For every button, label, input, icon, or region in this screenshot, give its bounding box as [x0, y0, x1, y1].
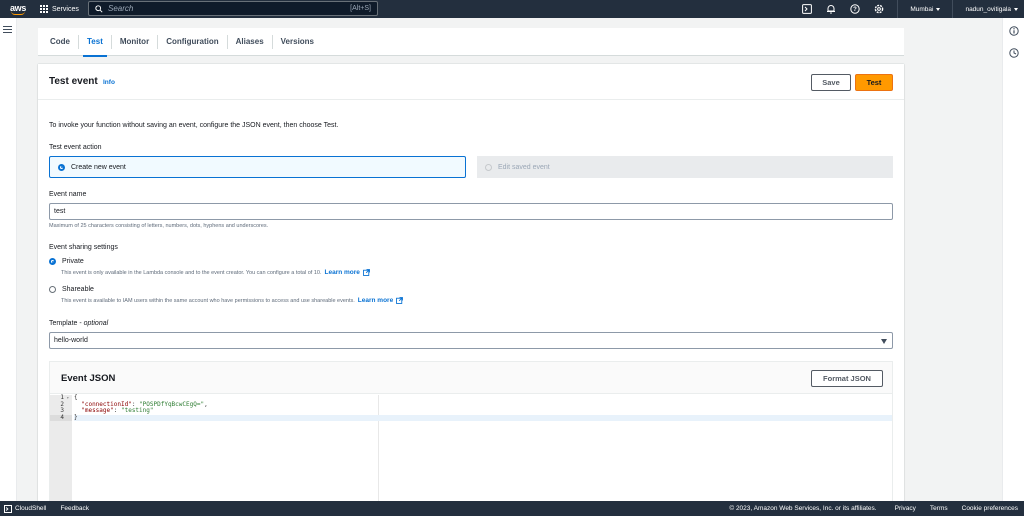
shareable-desc-text: This event is available to IAM users wit…	[61, 297, 355, 304]
top-navigation: aws Services Search [Alt+S] ? Mumbai nad…	[0, 0, 1024, 18]
code-line: }	[74, 414, 892, 421]
editor-gutter: 1 ▾ 2 3 4	[50, 394, 72, 503]
event-json-title: Event JSON	[61, 373, 116, 384]
learn-more-link[interactable]: Learn more	[358, 297, 393, 304]
privacy-link[interactable]: Privacy	[895, 505, 916, 512]
grid-icon	[40, 5, 48, 13]
private-option[interactable]: Private	[49, 258, 84, 265]
template-value: hello-world	[54, 337, 88, 344]
aws-logo[interactable]: aws	[4, 0, 32, 18]
template-label: Template - optional	[49, 320, 109, 327]
region-selector[interactable]: Mumbai	[910, 5, 941, 13]
learn-more-link[interactable]: Learn more	[325, 269, 360, 276]
shareable-description: This event is available to IAM users wit…	[61, 297, 404, 304]
info-link[interactable]: Info	[103, 79, 115, 86]
caret-down-icon	[1014, 7, 1018, 11]
test-button[interactable]: Test	[855, 74, 893, 91]
tab-configuration[interactable]: Configuration	[158, 28, 226, 56]
format-json-button[interactable]: Format JSON	[811, 370, 883, 387]
caret-down-icon	[936, 7, 941, 11]
tab-code[interactable]: Code	[42, 28, 78, 56]
nav-right-group: ? Mumbai nadun_ovitigala	[795, 0, 1024, 18]
line-number: 4	[50, 414, 72, 421]
help-icon[interactable]: ?	[850, 4, 861, 14]
template-label-text: Template	[49, 320, 78, 327]
radio-selected-icon	[58, 163, 65, 171]
edit-saved-event-label: Edit saved event	[498, 163, 550, 171]
account-menu[interactable]: nadun_ovitigala	[965, 6, 1018, 13]
svg-text:?: ?	[853, 7, 857, 13]
template-select[interactable]: hello-world	[49, 332, 893, 349]
services-menu-button[interactable]: Services	[40, 0, 79, 18]
event-name-value: test	[54, 208, 66, 215]
cloudshell-label: CloudShell	[15, 505, 47, 512]
event-name-field[interactable]: test	[49, 203, 893, 220]
radio-selected-icon	[49, 258, 56, 265]
json-editor[interactable]: 1 ▾ 2 3 4 { "connectionId": "POSPDfYqBcwC…	[50, 394, 892, 503]
user-name: nadun_ovitigala	[965, 5, 1011, 13]
gear-icon[interactable]	[874, 4, 884, 14]
private-desc-text: This event is only available in the Lamb…	[61, 269, 322, 276]
cloudshell-icon	[4, 504, 12, 513]
intro-text: To invoke your function without saving a…	[49, 122, 339, 129]
panel-title: Test event	[49, 76, 98, 87]
aws-smile-icon	[11, 11, 25, 15]
search-shortcut: [Alt+S]	[350, 5, 371, 12]
event-json-header: Event JSON Format JSON	[50, 362, 892, 394]
clock-icon[interactable]	[1009, 48, 1019, 58]
terms-link[interactable]: Terms	[930, 505, 948, 512]
cookie-preferences-link[interactable]: Cookie preferences	[962, 505, 1018, 512]
tab-aliases[interactable]: Aliases	[228, 28, 272, 56]
search-input[interactable]: Search [Alt+S]	[88, 1, 378, 16]
left-rail	[0, 18, 17, 501]
panel-header: Test event Info Save Test	[38, 64, 904, 100]
test-event-panel: Test event Info Save Test To invoke your…	[38, 64, 904, 504]
search-icon	[95, 4, 103, 13]
save-button[interactable]: Save	[811, 74, 851, 91]
create-new-event-option[interactable]: Create new event	[49, 156, 466, 178]
test-event-action-label: Test event action	[49, 144, 102, 151]
edit-saved-event-option: Edit saved event	[477, 156, 893, 178]
tab-test[interactable]: Test	[79, 28, 111, 57]
sharing-settings-label: Event sharing settings	[49, 244, 118, 251]
template-optional-text: optional	[83, 320, 109, 327]
feedback-link[interactable]: Feedback	[60, 505, 89, 512]
cloudshell-button[interactable]: CloudShell	[4, 504, 47, 513]
private-description: This event is only available in the Lamb…	[61, 269, 370, 276]
right-rail	[1002, 18, 1024, 501]
radio-disabled-icon	[485, 163, 492, 171]
editor-code: { "connectionId": "POSPDfYqBcwCEgQ=", "m…	[74, 394, 892, 421]
nav-divider	[952, 0, 954, 18]
region-label: Mumbai	[910, 5, 934, 13]
search-placeholder: Search	[108, 4, 134, 13]
nav-divider	[897, 0, 899, 18]
event-name-label: Event name	[49, 191, 87, 198]
bell-icon[interactable]	[826, 4, 836, 14]
cloudshell-icon[interactable]	[802, 4, 813, 14]
services-label: Services	[52, 5, 79, 13]
menu-icon[interactable]	[3, 26, 12, 35]
external-link-icon	[396, 297, 404, 304]
event-json-card: Event JSON Format JSON 1 ▾ 2 3 4 { "conne…	[49, 361, 893, 504]
external-link-icon	[363, 269, 370, 276]
create-new-event-label: Create new event	[71, 163, 126, 171]
info-icon[interactable]	[1009, 26, 1019, 36]
event-name-hint: Maximum of 25 characters consisting of l…	[49, 223, 269, 229]
tab-monitor[interactable]: Monitor	[112, 28, 157, 56]
shareable-label: Shareable	[62, 286, 94, 293]
function-tabs: Code Test Monitor Configuration Aliases …	[38, 28, 904, 57]
radio-unselected-icon	[49, 286, 56, 293]
private-label: Private	[62, 258, 84, 265]
footer-links: © 2023, Amazon Web Services, Inc. or its…	[729, 505, 1018, 512]
copyright-text: © 2023, Amazon Web Services, Inc. or its…	[729, 505, 877, 512]
footer: CloudShell Feedback © 2023, Amazon Web S…	[0, 501, 1024, 516]
tab-versions[interactable]: Versions	[273, 28, 322, 56]
shareable-option[interactable]: Shareable	[49, 286, 94, 293]
caret-down-icon	[881, 339, 887, 344]
